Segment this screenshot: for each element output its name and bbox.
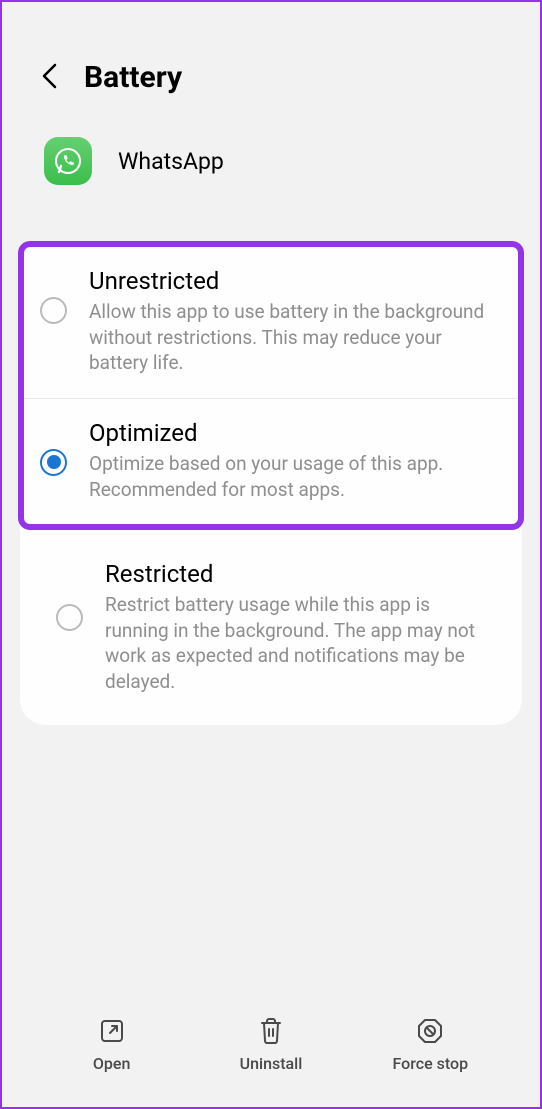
bottom-bar: Open Uninstall Force stop: [2, 1002, 540, 1087]
option-restricted[interactable]: Restricted Restrict battery usage while …: [20, 530, 522, 725]
page-title: Battery: [84, 60, 182, 95]
option-title: Restricted: [105, 560, 492, 588]
option-text: Optimized Optimize based on your usage o…: [89, 419, 500, 502]
option-desc: Restrict battery usage while this app is…: [105, 592, 492, 695]
whatsapp-icon: [44, 137, 92, 185]
app-name: WhatsApp: [118, 148, 224, 175]
back-icon[interactable]: [40, 62, 58, 94]
bottom-label: Force stop: [393, 1054, 469, 1073]
option-text: Restricted Restrict battery usage while …: [105, 560, 492, 695]
radio-unrestricted[interactable]: [40, 297, 67, 324]
header: Battery: [2, 2, 540, 125]
option-unrestricted[interactable]: Unrestricted Allow this app to use batte…: [24, 247, 518, 399]
option-optimized[interactable]: Optimized Optimize based on your usage o…: [24, 399, 518, 524]
options-card: Unrestricted Allow this app to use batte…: [20, 241, 522, 725]
trash-icon: [259, 1016, 283, 1046]
app-row: WhatsApp: [2, 125, 540, 215]
highlight-box: Unrestricted Allow this app to use batte…: [18, 241, 524, 530]
radio-optimized[interactable]: [40, 449, 67, 476]
option-text: Unrestricted Allow this app to use batte…: [89, 267, 500, 376]
uninstall-button[interactable]: Uninstall: [216, 1016, 326, 1073]
open-icon: [99, 1016, 125, 1046]
option-desc: Optimize based on your usage of this app…: [89, 451, 500, 502]
bottom-label: Uninstall: [240, 1054, 303, 1073]
option-title: Optimized: [89, 419, 500, 447]
radio-restricted[interactable]: [56, 604, 83, 631]
option-desc: Allow this app to use battery in the bac…: [89, 299, 500, 376]
bottom-label: Open: [93, 1054, 131, 1073]
force-stop-button[interactable]: Force stop: [375, 1016, 485, 1073]
option-title: Unrestricted: [89, 267, 500, 295]
stop-icon: [416, 1016, 444, 1046]
open-button[interactable]: Open: [57, 1016, 167, 1073]
